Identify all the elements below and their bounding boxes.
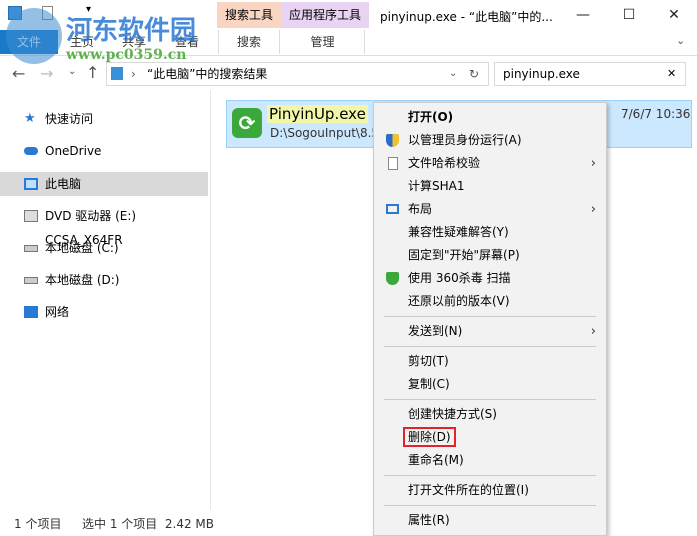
menu-layout[interactable]: 布局 › — [374, 198, 606, 221]
menu-restore-versions[interactable]: 还原以前的版本(V) — [374, 290, 606, 313]
menu-separator — [384, 316, 596, 317]
status-item-count: 1 个项目 — [14, 517, 62, 531]
clear-search-button[interactable]: ✕ — [667, 63, 676, 85]
refresh-button[interactable]: ↻ — [469, 63, 479, 85]
window-title: pinyinup.exe - “此电脑”中的... — [380, 10, 553, 24]
menu-separator — [384, 505, 596, 506]
file-path: D:\SogouInput\8.5 — [270, 126, 380, 140]
search-value: pinyinup.exe — [503, 67, 580, 81]
up-icon[interactable]: ↑ — [86, 63, 99, 82]
location-icon — [111, 67, 123, 80]
context-tab-app-tools: 应用程序工具 — [281, 2, 370, 28]
nav-onedrive[interactable]: OneDrive — [0, 139, 208, 163]
close-button[interactable]: ✕ — [651, 0, 697, 30]
nav-this-pc[interactable]: 此电脑 — [0, 172, 208, 196]
watermark-logo — [6, 8, 62, 64]
nav-label: 此电脑 — [45, 177, 82, 191]
menu-properties[interactable]: 属性(R) — [374, 509, 606, 532]
nav-label: OneDrive — [45, 144, 102, 158]
menu-sha1[interactable]: 计算SHA1 — [374, 175, 606, 198]
breadcrumb-chevron-icon: › — [131, 67, 136, 81]
nav-label: 快速访问 — [45, 112, 94, 126]
menu-compatibility[interactable]: 兼容性疑难解答(Y) — [374, 221, 606, 244]
nav-network[interactable]: 网络 — [0, 300, 208, 324]
network-icon — [24, 306, 38, 318]
watermark-name: 河东软件园 — [66, 16, 197, 46]
menu-copy[interactable]: 复制(C) — [374, 373, 606, 396]
recent-dropdown-icon[interactable]: ⌄ — [68, 66, 76, 77]
pane-divider — [210, 90, 211, 510]
nav-dvd-drive[interactable]: DVD 驱动器 (E:) CCSA_X64FR — [0, 204, 208, 247]
watermark-url: www.pc0359.cn — [66, 47, 187, 63]
menu-label: 发送到(N) — [408, 324, 463, 338]
menu-label: 布局 — [408, 202, 433, 216]
menu-separator — [384, 399, 596, 400]
menu-send-to[interactable]: 发送到(N) › — [374, 320, 606, 343]
dvd-drive-icon — [24, 210, 38, 222]
nav-label: 本地磁盘 (C:) — [45, 241, 119, 255]
menu-label: 以管理员身份运行(A) — [408, 133, 522, 147]
search-input[interactable]: pinyinup.exe ✕ — [494, 62, 686, 86]
menu-delete[interactable]: 删除(D) — [374, 426, 606, 449]
submenu-arrow-icon: › — [590, 202, 596, 217]
file-date: 7/6/7 10:36 — [621, 107, 691, 121]
menu-open-location[interactable]: 打开文件所在的位置(I) — [374, 479, 606, 502]
breadcrumb: “此电脑”中的搜索结果 — [147, 67, 268, 81]
file-name: PinyinUp.exe — [267, 105, 368, 123]
cloud-icon — [24, 147, 38, 155]
menu-create-shortcut[interactable]: 创建快捷方式(S) — [374, 403, 606, 426]
menu-rename[interactable]: 重命名(M) — [374, 449, 606, 472]
menu-360-scan[interactable]: 使用 360杀毒 扫描 — [374, 267, 606, 290]
layout-icon — [386, 204, 399, 214]
menu-file-hash[interactable]: 文件哈希校验 › — [374, 152, 606, 175]
menu-label: 使用 360杀毒 扫描 — [408, 271, 511, 285]
status-selection: 选中 1 个项目 2.42 MB — [82, 517, 215, 531]
menu-label: 删除(D) — [403, 427, 456, 447]
tab-manage[interactable]: 管理 — [281, 30, 365, 54]
computer-icon — [24, 178, 38, 190]
submenu-arrow-icon: › — [590, 324, 596, 339]
star-icon: ★ — [24, 111, 36, 126]
context-menu: 打开(O) 以管理员身份运行(A) 文件哈希校验 › 计算SHA1 布局 › 兼容性… — [373, 102, 607, 536]
disk-icon — [24, 277, 38, 284]
menu-label: 文件哈希校验 — [408, 156, 481, 170]
sync-app-icon: ⟳ — [232, 108, 262, 138]
tab-search[interactable]: 搜索 — [218, 30, 280, 54]
antivirus-shield-icon — [386, 272, 399, 285]
menu-cut[interactable]: 剪切(T) — [374, 350, 606, 373]
document-icon — [388, 157, 398, 170]
menu-pin-start[interactable]: 固定到"开始"屏幕(P) — [374, 244, 606, 267]
menu-run-as-admin[interactable]: 以管理员身份运行(A) — [374, 129, 606, 152]
nav-local-disk-d[interactable]: 本地磁盘 (D:) — [0, 268, 208, 292]
nav-label: 网络 — [45, 305, 70, 319]
minimize-button[interactable]: — — [560, 0, 606, 30]
nav-local-disk-c[interactable]: 本地磁盘 (C:) — [0, 236, 208, 260]
menu-separator — [384, 475, 596, 476]
context-tab-search-tools: 搜索工具 — [217, 2, 282, 28]
maximize-button[interactable]: ☐ — [606, 0, 652, 30]
address-bar[interactable]: › “此电脑”中的搜索结果 ⌄ ↻ — [106, 62, 489, 86]
nav-label: 本地磁盘 (D:) — [45, 273, 120, 287]
expand-ribbon-icon[interactable]: ⌄ — [676, 34, 685, 47]
uac-shield-icon — [386, 134, 399, 147]
nav-quick-access[interactable]: ★ 快速访问 — [0, 107, 208, 131]
menu-separator — [384, 346, 596, 347]
address-dropdown-icon[interactable]: ⌄ — [449, 63, 457, 85]
back-icon[interactable]: ← — [12, 64, 25, 83]
disk-icon — [24, 245, 38, 252]
menu-open[interactable]: 打开(O) — [374, 106, 606, 129]
forward-icon[interactable]: → — [40, 64, 53, 83]
submenu-arrow-icon: › — [590, 156, 596, 171]
